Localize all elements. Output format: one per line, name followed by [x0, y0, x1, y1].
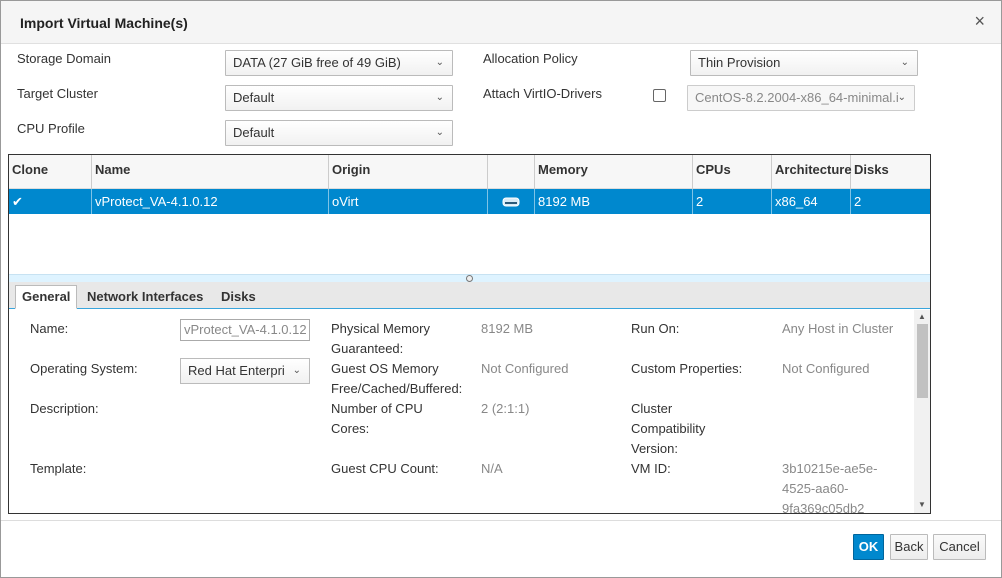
panel-splitter[interactable]	[9, 274, 930, 282]
chevron-down-icon: ⌄	[900, 57, 909, 68]
chevron-down-icon: ⌄	[435, 57, 444, 68]
cpu-profile-value: Default	[233, 125, 275, 140]
attach-virtio-checkbox[interactable]	[653, 89, 666, 102]
custom-properties-label: Custom Properties:	[631, 361, 743, 376]
cluster-compat-label-line2: Compatibility	[631, 421, 706, 436]
back-button[interactable]: Back	[890, 534, 928, 560]
cpu-cores-label-line1: Number of CPU	[331, 401, 423, 416]
physical-memory-value: 8192 MB	[481, 321, 534, 336]
custom-properties-value: Not Configured	[782, 361, 870, 376]
virtio-image-select[interactable]: CentOS-8.2.2004-x86_64-minimal.i ⌄	[687, 85, 915, 111]
template-label: Template:	[30, 461, 87, 476]
allocation-policy-value: Thin Provision	[698, 55, 781, 70]
guest-memory-value: Not Configured	[481, 361, 569, 376]
guest-memory-label-line1: Guest OS Memory	[331, 361, 439, 376]
details-scrollbar[interactable]: ▲ ▼	[914, 310, 930, 513]
os-label: Operating System:	[30, 361, 138, 376]
footer-divider	[1, 520, 1001, 521]
tab-general[interactable]: General	[15, 285, 78, 309]
os-value: Red Hat Enterpri	[188, 363, 285, 378]
description-label: Description:	[30, 401, 99, 416]
cpu-profile-label: CPU Profile	[17, 121, 85, 136]
run-on-label: Run On:	[631, 321, 680, 336]
chevron-down-icon: ⌄	[292, 365, 301, 376]
run-on-value: Any Host in Cluster	[782, 321, 894, 336]
tab-disks[interactable]: Disks	[214, 285, 263, 309]
close-icon[interactable]: ×	[974, 11, 985, 31]
column-header-icon[interactable]	[488, 155, 535, 189]
cancel-button[interactable]: Cancel	[933, 534, 986, 560]
dialog-title: Import Virtual Machine(s)	[20, 15, 188, 31]
guest-cpu-value: N/A	[481, 461, 503, 476]
column-header-disks[interactable]: Disks	[851, 155, 930, 189]
vm-name-cell: vProtect_VA-4.1.0.12	[92, 189, 329, 214]
name-label: Name:	[30, 321, 69, 336]
cpu-cores-label-line2: Cores:	[331, 421, 370, 436]
scroll-up-icon[interactable]: ▲	[918, 312, 926, 321]
memory-cell: 8192 MB	[535, 189, 693, 214]
column-header-name[interactable]: Name	[92, 155, 329, 189]
column-header-architecture[interactable]: Architecture	[772, 155, 852, 189]
virtio-image-value: CentOS-8.2.2004-x86_64-minimal.i	[695, 90, 899, 105]
name-field[interactable]: vProtect_VA-4.1.0.12	[180, 319, 310, 341]
storage-domain-label: Storage Domain	[17, 51, 111, 66]
attach-virtio-label: Attach VirtIO-Drivers	[483, 86, 602, 101]
cluster-compat-label-line1: Cluster	[631, 401, 673, 416]
detail-tabs: General Network Interfaces Disks	[9, 282, 930, 309]
column-header-cpus[interactable]: CPUs	[693, 155, 772, 189]
allocation-policy-label: Allocation Policy	[483, 51, 578, 66]
allocation-policy-select[interactable]: Thin Provision ⌄	[690, 50, 918, 76]
import-vm-dialog: Import Virtual Machine(s) × Storage Doma…	[0, 0, 1002, 578]
vm-id-value-line2: 4525-aa60-	[782, 481, 849, 496]
disks-cell: 2	[854, 194, 862, 209]
guest-memory-label-line2: Free/Cached/Buffered:	[331, 381, 463, 396]
os-select[interactable]: Red Hat Enterpri ⌄	[180, 358, 310, 384]
table-row[interactable]: ✔ vProtect_VA-4.1.0.12 oVirt 8192 MB 2 x…	[9, 189, 930, 214]
origin-cell: oVirt	[329, 189, 488, 214]
grid-header: Clone Name Origin Memory CPUs Architectu…	[9, 155, 930, 189]
cpu-cores-value: 2 (2:1:1)	[481, 401, 530, 416]
dialog-title-bar: Import Virtual Machine(s) ×	[1, 1, 1001, 44]
clone-checkmark-icon[interactable]: ✔	[9, 189, 92, 214]
vm-type-cell	[488, 189, 535, 214]
vm-id-value-line1: 3b10215e-ae5e-	[782, 461, 878, 476]
vm-grid: Clone Name Origin Memory CPUs Architectu…	[8, 154, 931, 514]
chevron-down-icon: ⌄	[435, 92, 444, 103]
physical-memory-label-line1: Physical Memory	[331, 321, 430, 336]
column-header-clone[interactable]: Clone	[9, 155, 92, 189]
vm-id-label: VM ID:	[631, 461, 671, 476]
vm-id-value-line3: 9fa369c05db2	[782, 501, 865, 513]
architecture-cell: x86_64	[772, 189, 851, 214]
scroll-down-icon[interactable]: ▼	[918, 500, 926, 509]
target-cluster-select[interactable]: Default ⌄	[225, 85, 453, 111]
tab-network-interfaces[interactable]: Network Interfaces	[80, 285, 210, 309]
chevron-down-icon: ⌄	[897, 92, 906, 103]
physical-memory-label-line2: Guaranteed:	[331, 341, 404, 356]
splitter-handle-icon[interactable]	[466, 275, 473, 282]
disk-icon	[502, 197, 520, 207]
cluster-compat-label-line3: Version:	[631, 441, 678, 456]
storage-domain-select[interactable]: DATA (27 GiB free of 49 GiB) ⌄	[225, 50, 453, 76]
guest-cpu-label: Guest CPU Count:	[331, 461, 439, 476]
cpu-profile-select[interactable]: Default ⌄	[225, 120, 453, 146]
scroll-thumb[interactable]	[917, 324, 928, 398]
general-details-panel: Name: vProtect_VA-4.1.0.12 Operating Sys…	[9, 310, 914, 513]
target-cluster-value: Default	[233, 90, 275, 105]
ok-button[interactable]: OK	[853, 534, 884, 560]
chevron-down-icon: ⌄	[435, 127, 444, 138]
cpus-cell: 2	[693, 189, 772, 214]
target-cluster-label: Target Cluster	[17, 86, 98, 101]
column-header-origin[interactable]: Origin	[329, 155, 488, 189]
column-header-memory[interactable]: Memory	[535, 155, 693, 189]
storage-domain-value: DATA (27 GiB free of 49 GiB)	[233, 55, 401, 70]
